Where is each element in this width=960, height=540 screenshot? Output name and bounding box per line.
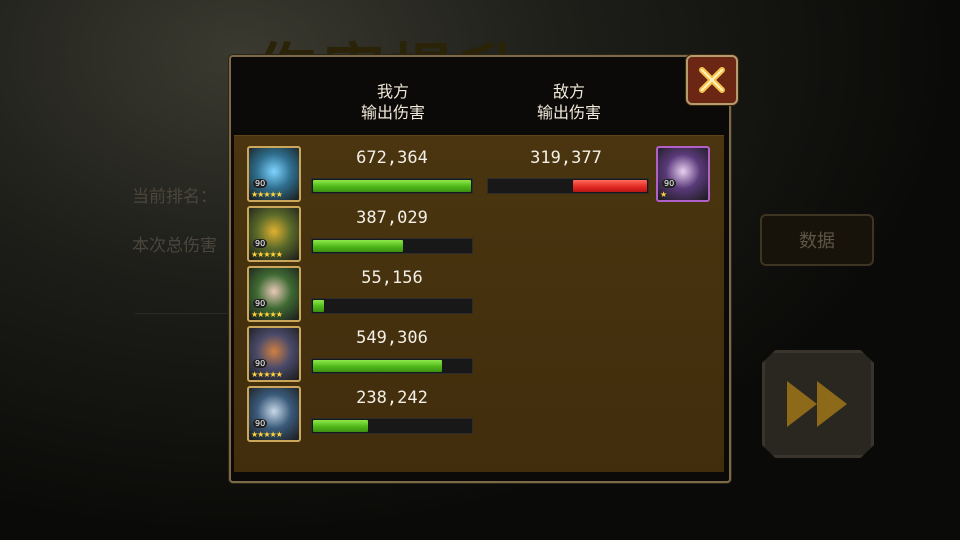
enemy-portrait: 90 ★ [656,146,710,202]
ally-level-badge: 90 [253,239,268,248]
ally-damage-bar [311,238,473,254]
close-button[interactable] [686,55,738,105]
enemy-header-line1: 敌方 [552,82,585,101]
ally-stars: ★★★★★ [251,370,283,379]
damage-panel: 我方 输出伤害 敌方 输出伤害 [229,55,731,483]
ally-level-badge: 90 [253,359,268,368]
ally-portrait: 90 ★★★★★ [247,206,301,262]
fast-forward-button[interactable] [762,350,874,458]
enemy-damage-value: 319,377 [530,148,602,168]
fast-forward-icon [787,381,847,427]
ally-portrait: 90 ★★★★★ [247,146,301,202]
ally-damage-bar [311,418,473,434]
damage-list [234,135,724,472]
ally-damage-value: 55,156 [361,268,423,288]
ally-damage-value: 238,242 [356,388,428,408]
ally-portrait: 90 ★★★★★ [247,386,301,442]
ally-damage-bar [311,298,473,314]
ally-header: 我方 输出伤害 [343,81,443,123]
ally-damage-bar [311,178,473,194]
ally-damage-bar [311,358,473,374]
ally-damage-value: 549,306 [356,328,428,348]
enemy-damage-bar [487,178,649,194]
enemy-header: 敌方 输出伤害 [519,81,619,123]
enemy-level-badge: 90 [662,179,677,188]
ally-damage-bar-fill [313,420,368,432]
ally-damage-bar-fill [313,240,403,252]
total-damage-label: 本次总伤害 [132,236,217,256]
ally-header-line1: 我方 [376,82,409,101]
data-button[interactable]: 数据 [760,214,874,266]
ally-damage-bar-fill [313,180,471,192]
ally-header-line2: 输出伤害 [360,103,425,122]
ally-damage-value: 672,364 [356,148,428,168]
ally-level-badge: 90 [253,419,268,428]
ally-stars: ★★★★★ [251,190,283,199]
close-icon [699,67,725,93]
enemy-damage-bar-fill [573,180,647,192]
ally-level-badge: 90 [253,299,268,308]
enemy-stars: ★ [660,190,667,199]
rank-label: 当前排名： [132,187,217,207]
ally-damage-bar-fill [313,300,324,312]
divider [135,313,235,314]
ally-level-badge: 90 [253,179,268,188]
ally-stars: ★★★★★ [251,430,283,439]
ally-damage-bar-fill [313,360,442,372]
ally-stars: ★★★★★ [251,250,283,259]
ally-portrait: 90 ★★★★★ [247,326,301,382]
ally-damage-value: 387,029 [356,208,428,228]
enemy-header-line2: 输出伤害 [536,103,601,122]
ally-portrait: 90 ★★★★★ [247,266,301,322]
panel-header: 我方 输出伤害 敌方 输出伤害 [231,57,729,135]
ally-stars: ★★★★★ [251,310,283,319]
